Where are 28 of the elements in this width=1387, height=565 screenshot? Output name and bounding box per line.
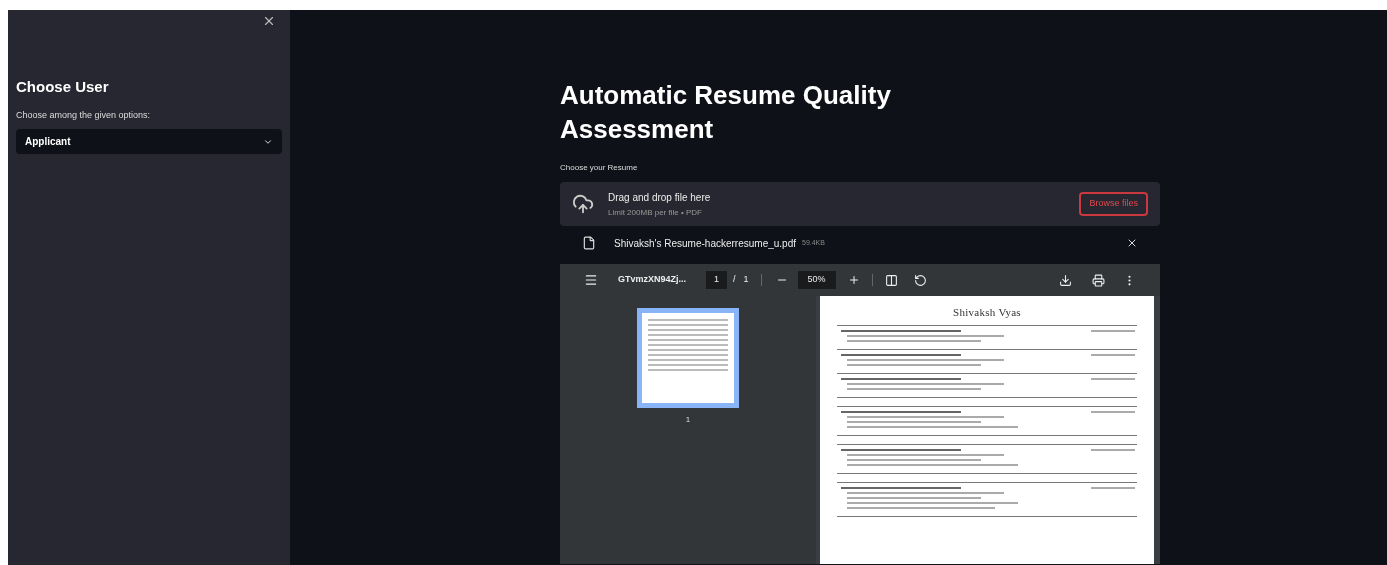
print-icon[interactable] — [1092, 273, 1105, 287]
thumbnail-label: 1 — [685, 414, 691, 426]
page-number-field[interactable]: 1 — [706, 271, 728, 289]
sidebar-title: Choose User — [16, 77, 110, 97]
browse-files-button[interactable]: Browse files — [1079, 192, 1148, 216]
page-title: Automatic Resume Quality Assessment — [560, 79, 892, 146]
cloud-upload-icon — [572, 193, 594, 215]
file-name: Shivaksh's Resume-hackerresume_u.pdf — [614, 236, 796, 251]
download-icon[interactable] — [1059, 273, 1072, 287]
resume-heading: Shivaksh Vyas — [953, 305, 1021, 320]
dropzone[interactable]: Drag and drop file here Limit 200MB per file • PDF Browse files — [560, 182, 1160, 226]
select-label: Choose among the given options: — [16, 108, 152, 122]
dropzone-title: Drag and drop file here — [608, 190, 711, 205]
zoom-in-icon[interactable] — [847, 274, 860, 286]
close-icon[interactable] — [262, 14, 276, 28]
rotate-icon[interactable] — [913, 273, 927, 287]
page-thumbnail[interactable] — [637, 308, 739, 408]
user-select[interactable]: Applicant — [16, 129, 282, 154]
remove-file-icon[interactable] — [1126, 237, 1138, 249]
page-separator: / — [733, 273, 736, 287]
pdf-filename: GTvmzXN94Zj... — [618, 273, 687, 287]
dropzone-hint: Limit 200MB per file • PDF — [608, 206, 703, 219]
menu-icon[interactable] — [584, 273, 598, 287]
page-total: 1 — [743, 273, 749, 287]
uploader-label: Choose your Resume — [560, 162, 639, 174]
file-icon — [582, 236, 596, 250]
two-page-icon[interactable] — [884, 273, 898, 287]
zoom-field[interactable]: 50% — [797, 271, 836, 289]
